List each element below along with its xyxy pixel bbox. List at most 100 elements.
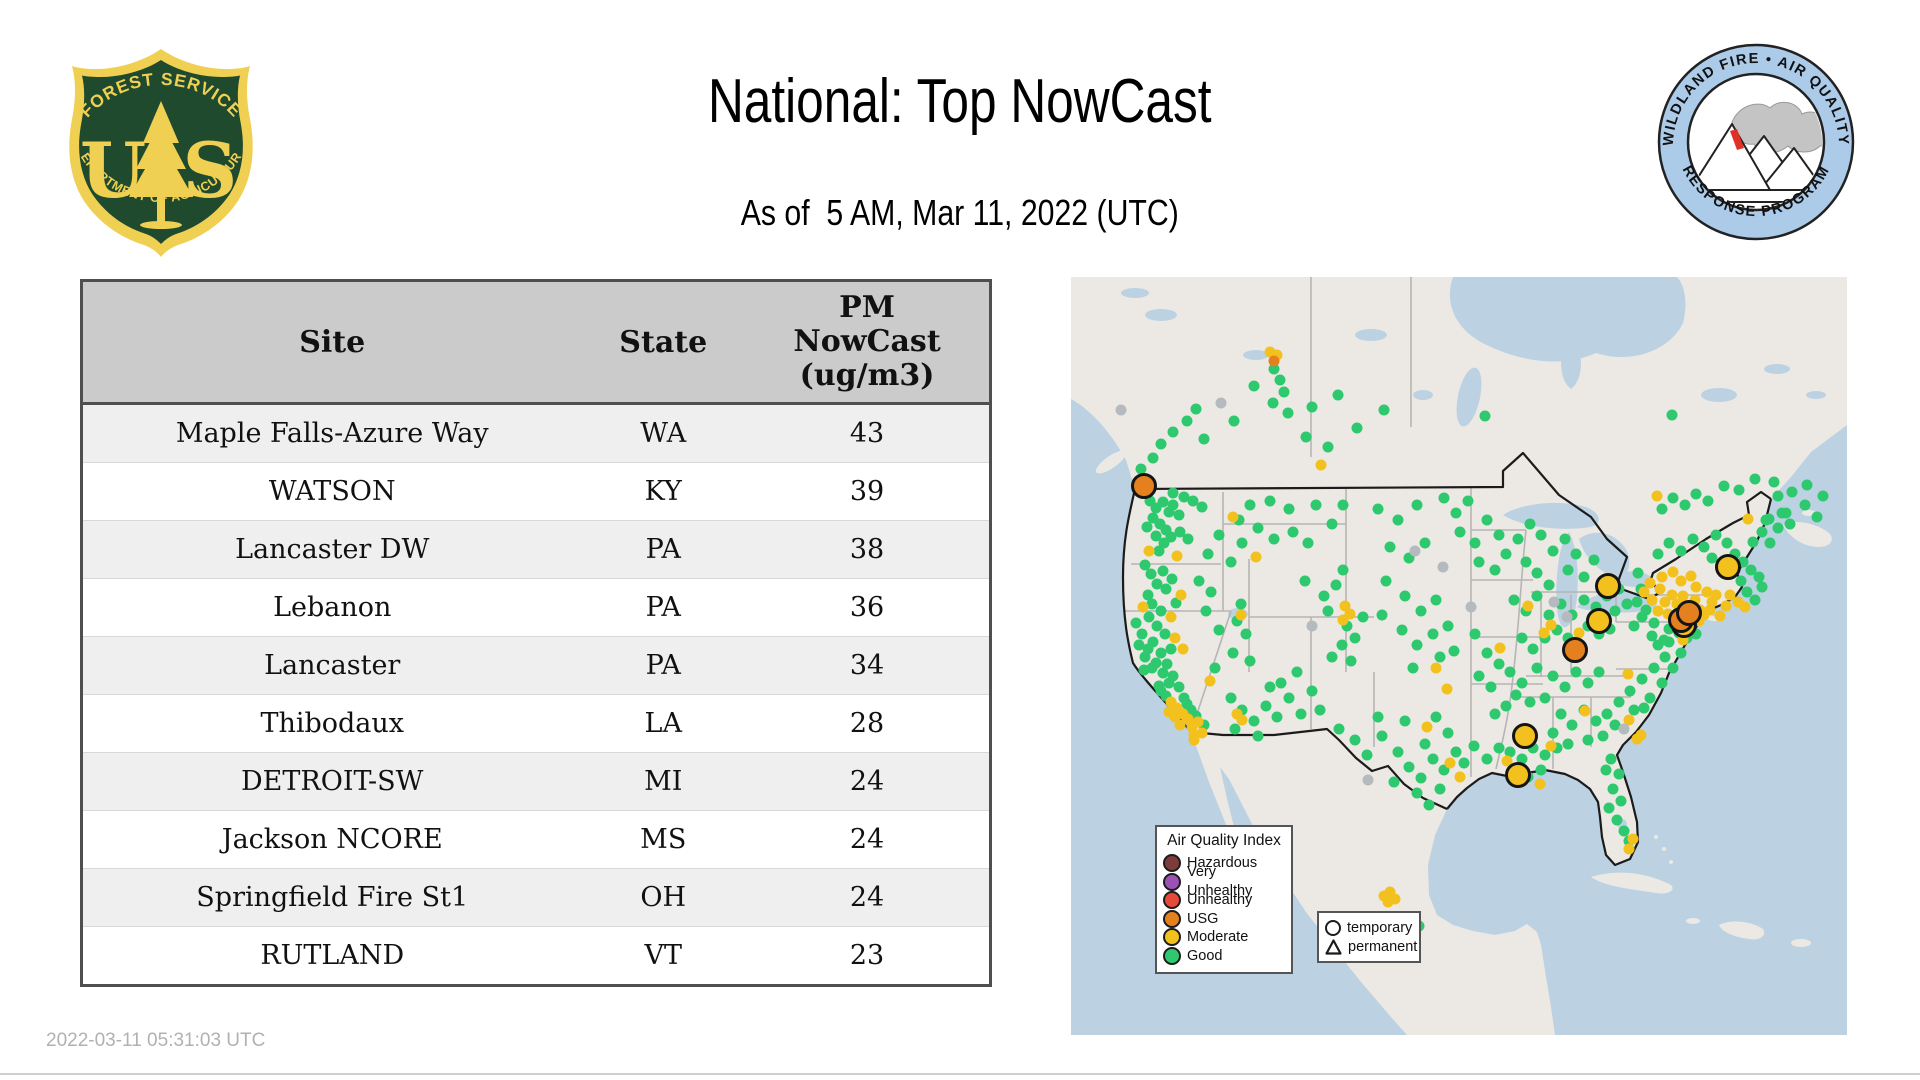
monitor-dot-moderate [1171,550,1183,562]
monitor-dot-good [1248,715,1260,727]
monitor-dot-good [1173,681,1185,693]
monitor-dot-good [1811,511,1823,523]
monitor-dot-good [1438,492,1450,504]
monitor-dot-good [1628,620,1640,632]
monitor-dot-good [1205,586,1217,598]
table-row: WATSON KY 39 [81,462,991,521]
monitor-dot-moderate [1192,716,1204,728]
unhealthy-swatch-icon [1163,891,1181,910]
monitor-dot-good [1527,643,1539,655]
table-cell-value: 23 [745,926,991,986]
monitor-dot-good [1388,776,1400,788]
monitor-dot-good [1481,647,1493,659]
table-cell-site: Lebanon [81,578,582,637]
monitor-dot-good [1337,564,1349,576]
monitor-dot-good [1361,749,1373,761]
monitor-dot-gray [1362,774,1374,786]
monitor-dot-good [1690,488,1702,500]
top-site-marker [1504,762,1531,788]
very_unhealthy-swatch-icon [1163,872,1181,891]
monitor-dot-good [1213,624,1225,636]
monitor-dot-good [1535,764,1547,776]
monitor-dot-moderate [1236,714,1248,726]
monitor-dot-good [1597,730,1609,742]
monitor-dot-good [1349,734,1361,746]
monitor-dot-good [1236,537,1248,549]
monitor-dot-moderate [1623,843,1635,855]
monitor-dot-good [1200,605,1212,617]
monitor-dot-good [1306,685,1318,697]
monitor-dot-good [1652,548,1664,560]
top-site-marker [1561,636,1588,663]
monitor-dot-good [1291,666,1303,678]
monitor-dot-good [1578,571,1590,583]
monitor-dot-good [1531,590,1543,602]
table-row: Lancaster PA 34 [81,636,991,695]
monitor-dot-good [1535,529,1547,541]
monitor-dot-good [1268,533,1280,545]
good-swatch-icon [1163,946,1181,965]
monitor-dot-good [1252,522,1264,534]
monitor-dot-gray [1115,404,1127,416]
monitor-dot-good [1485,681,1497,693]
monitor-dot-good [1702,495,1714,507]
monitor-dot-gray [1548,596,1560,608]
monitor-dot-good [1656,503,1668,515]
monitor-dot-good [1136,628,1148,640]
column-header: PM NowCast (ug/m3) [745,280,991,405]
aqi-legend-item: Good [1163,946,1285,966]
aqi-legend-item: Very Unhealthy [1163,864,1285,899]
monitor-dot-good [1399,590,1411,602]
table-cell-state: MI [581,752,746,811]
monitor-dot-good [1756,581,1768,593]
monitor-dot-good [1190,403,1202,415]
monitor-dot-good [1531,662,1543,674]
monitor-dot-good [1322,441,1334,453]
monitor-dot-gray [1306,620,1318,632]
monitor-dot-gray [1409,545,1421,557]
aqi-legend-label: Unhealthy [1187,892,1253,908]
monitor-dot-good [1403,761,1415,773]
table-row: Lebanon PA 36 [81,578,991,637]
monitor-dot-good [1462,495,1474,507]
table-cell-value: 34 [745,636,991,695]
monitor-dot-good [1710,529,1722,541]
monitor-dot-good [1658,634,1670,646]
monitor-dot-good [1666,409,1678,421]
monitor-dot-good [1151,620,1163,632]
monitor-dot-good [1143,611,1155,623]
monitor-dot-good [1248,380,1260,392]
monitor-dot-good [1155,438,1167,450]
monitor-dot-moderate [1177,643,1189,655]
monitor-dot-moderate [1175,589,1187,601]
monitor-dot-good [1181,415,1193,427]
monitor-dot-good [1287,526,1299,538]
monitor-dot-good [1603,802,1615,814]
monitor-dot-good [1638,702,1650,714]
report-page: FOREST SERVICE DEPARTMENT OF AGRICULTURE… [0,0,1920,1080]
table-row: DETROIT-SW MI 24 [81,752,991,811]
monitor-dot-gray [1215,397,1227,409]
marker-type-legend: temporary permanent [1317,911,1421,963]
monitor-dot-good [1155,685,1167,697]
table-cell-state: LA [581,694,746,753]
monitor-dot-good [1310,499,1322,511]
monitor-dot-good [1160,583,1172,595]
monitor-dot-good [1547,545,1559,557]
page-subtitle: As of 5 AM, Mar 11, 2022 (UTC) [740,192,1180,233]
monitor-dot-good [1209,662,1221,674]
monitor-dot-good [1396,624,1408,636]
monitor-dot-good [1147,452,1159,464]
generation-timestamp: 2022-03-11 05:31:03 UTC [46,1030,266,1051]
monitor-dot-good [1469,628,1481,640]
monitor-dot-good [1442,727,1454,739]
monitor-dot-good [1392,746,1404,757]
monitor-dot-moderate [1137,601,1149,613]
monitor-dot-moderate [1204,675,1216,687]
monitor-dot-good [1330,579,1342,591]
monitor-dot-good [1582,677,1594,689]
monitor-dot-gray [1437,561,1449,573]
monitor-dot-good [1252,730,1264,742]
monitor-dot-good [1659,651,1671,663]
monitor-dot-good [1430,594,1442,606]
